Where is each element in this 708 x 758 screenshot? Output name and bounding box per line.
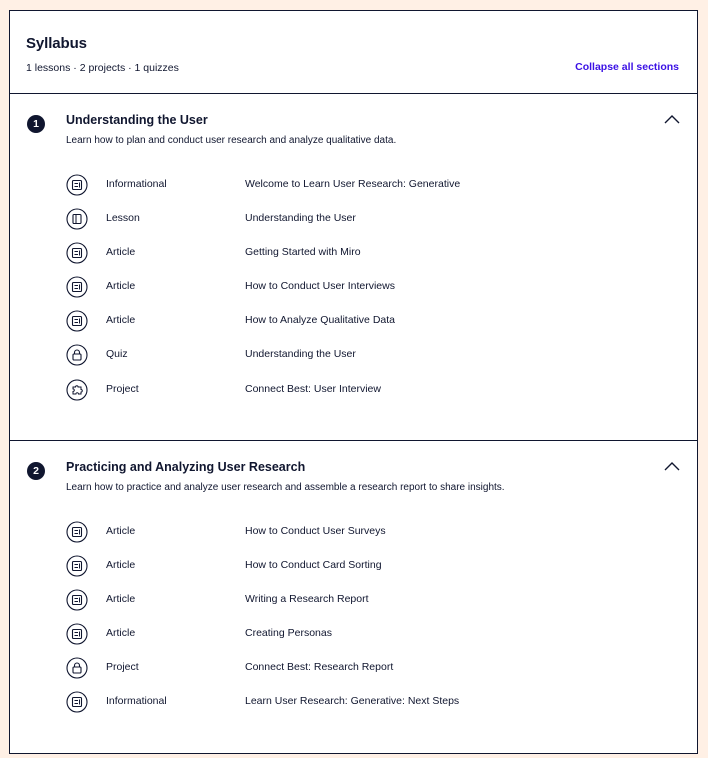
item-type: Article: [106, 525, 136, 537]
item-type: Article: [106, 280, 136, 293]
syllabus-item[interactable]: Article How to Conduct User Surveys: [66, 521, 666, 555]
syllabus-item[interactable]: Lesson Understanding the User: [66, 208, 666, 242]
syllabus-item[interactable]: Project Connect Best: Research Report: [66, 657, 666, 691]
item-title-link[interactable]: Connect Best: User Interview: [245, 383, 381, 395]
syllabus-card: Syllabus 1 lessons · 2 projects · 1 quiz…: [9, 10, 698, 754]
article-icon: [66, 691, 88, 714]
item-type: Article: [106, 593, 136, 606]
item-title-link[interactable]: Connect Best: Research Report: [245, 661, 393, 673]
section-title[interactable]: Understanding the User: [66, 113, 208, 127]
syllabus-title: Syllabus: [26, 35, 87, 52]
syllabus-item[interactable]: Article How to Conduct Card Sorting: [66, 555, 666, 589]
article-icon: [66, 242, 88, 264]
syllabus-item[interactable]: Article Creating Personas: [66, 623, 666, 657]
item-type: Quiz: [106, 348, 128, 361]
article-icon: [66, 521, 88, 543]
item-type: Project: [106, 382, 139, 395]
syllabus-section-1: 1 Understanding the User Learn how to pl…: [10, 94, 697, 441]
item-type: Article: [106, 246, 136, 259]
collapse-all-button[interactable]: Collapse all sections: [575, 61, 679, 73]
chevron-up-icon[interactable]: [661, 110, 683, 128]
item-title-link[interactable]: How to Conduct User Interviews: [245, 280, 395, 292]
syllabus-meta: 1 lessons · 2 projects · 1 quizzes: [26, 62, 179, 74]
lesson-icon: [66, 208, 88, 230]
section-number-badge: 2: [27, 462, 45, 480]
syllabus-item[interactable]: Article Getting Started with Miro: [66, 242, 666, 276]
item-title-link[interactable]: Getting Started with Miro: [245, 246, 361, 258]
syllabus-item[interactable]: Quiz Understanding the User: [66, 344, 666, 378]
syllabus-item[interactable]: Article Writing a Research Report: [66, 589, 666, 623]
syllabus-item[interactable]: Article How to Analyze Qualitative Data: [66, 310, 666, 344]
syllabus-item[interactable]: Project Connect Best: User Interview: [66, 379, 666, 413]
item-type: Lesson: [106, 212, 140, 225]
item-title-link[interactable]: Learn User Research: Generative: Next St…: [245, 695, 459, 707]
article-icon: [66, 555, 88, 577]
puzzle-icon: [66, 379, 88, 401]
syllabus-section-2: 2 Practicing and Analyzing User Research…: [10, 441, 697, 753]
item-title-link[interactable]: How to Analyze Qualitative Data: [245, 314, 395, 326]
lock-icon: [66, 657, 88, 679]
item-title-link[interactable]: Writing a Research Report: [245, 593, 369, 605]
item-type: Informational: [106, 178, 167, 190]
article-icon: [66, 589, 88, 611]
lock-icon: [66, 344, 88, 367]
item-type: Project: [106, 661, 139, 674]
article-icon: [66, 623, 88, 645]
section-description: Learn how to practice and analyze user r…: [66, 482, 505, 493]
section-description: Learn how to plan and conduct user resea…: [66, 135, 397, 146]
article-icon: [66, 310, 88, 332]
item-title-link[interactable]: Welcome to Learn User Research: Generati…: [245, 178, 460, 190]
section-items: Article How to Conduct User Surveys Articl…: [66, 521, 666, 726]
syllabus-item[interactable]: Informational Welcome to Learn User Resea…: [66, 174, 666, 208]
syllabus-item[interactable]: Informational Learn User Research: Genera…: [66, 691, 666, 725]
item-type: Informational: [106, 695, 167, 708]
item-title-link[interactable]: Understanding the User: [245, 348, 356, 360]
syllabus-header: Syllabus 1 lessons · 2 projects · 1 quiz…: [10, 11, 697, 94]
item-type: Article: [106, 314, 136, 327]
item-title-link[interactable]: How to Conduct Card Sorting: [245, 559, 382, 571]
item-type: Article: [106, 627, 136, 640]
section-items: Informational Welcome to Learn User Resea…: [66, 174, 666, 413]
section-number-badge: 1: [27, 115, 45, 133]
article-icon: [66, 276, 88, 298]
article-icon: [66, 174, 88, 196]
item-title-link[interactable]: Understanding the User: [245, 212, 356, 224]
item-title-link[interactable]: Creating Personas: [245, 627, 332, 639]
chevron-up-icon[interactable]: [661, 457, 683, 475]
syllabus-item[interactable]: Article How to Conduct User Interviews: [66, 276, 666, 310]
item-type: Article: [106, 559, 136, 572]
item-title-link[interactable]: How to Conduct User Surveys: [245, 525, 386, 537]
section-title[interactable]: Practicing and Analyzing User Research: [66, 460, 305, 474]
